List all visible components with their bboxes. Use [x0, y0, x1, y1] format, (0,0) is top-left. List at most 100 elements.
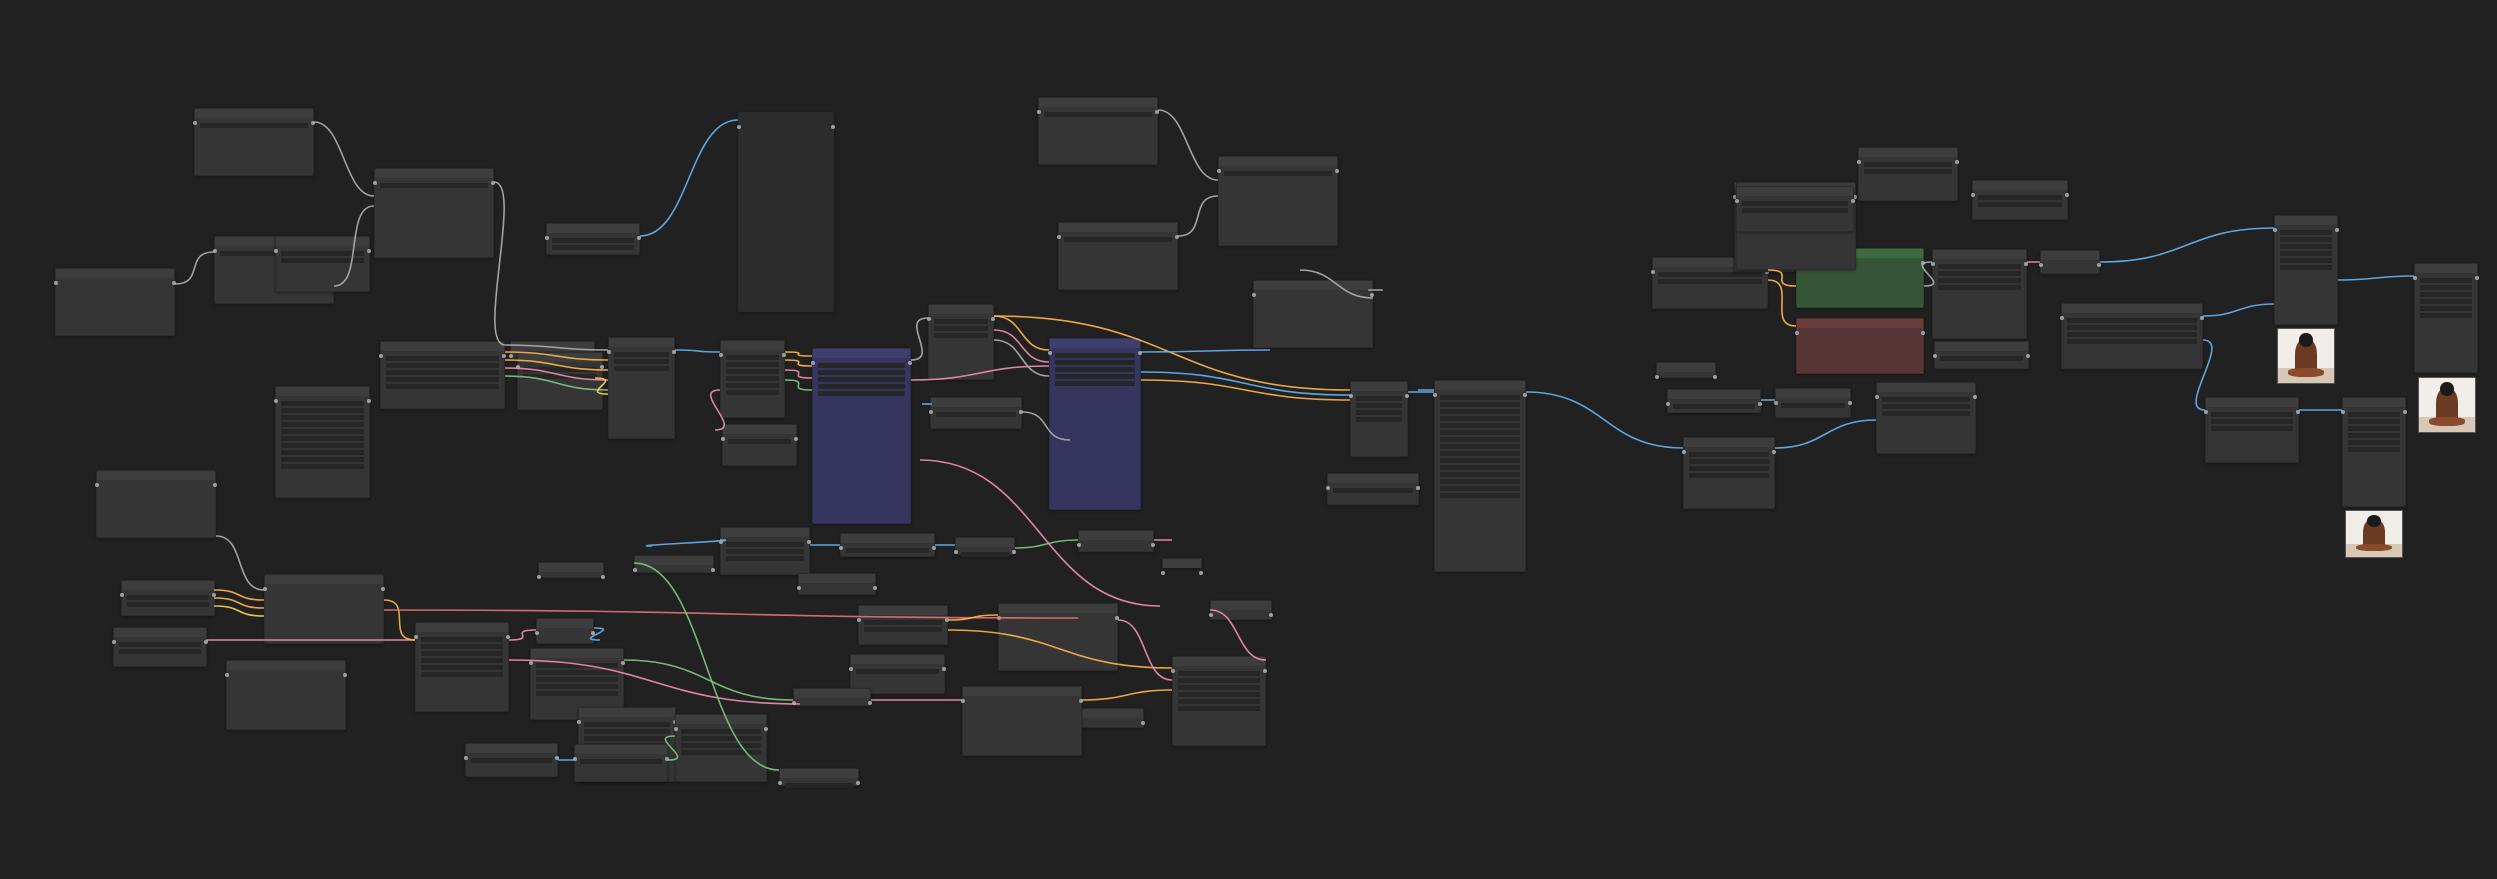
input-slot-icon[interactable]	[2341, 410, 2345, 414]
node-widget-row[interactable]	[1178, 699, 1260, 704]
graph-node[interactable]	[997, 603, 1119, 671]
node-widget-row[interactable]	[1689, 452, 1769, 457]
graph-node[interactable]	[545, 223, 641, 255]
node-widget-row[interactable]	[119, 649, 201, 654]
output-slot-icon[interactable]	[1079, 699, 1083, 703]
input-slot-icon[interactable]	[213, 249, 217, 253]
node-widget-row[interactable]	[536, 691, 618, 696]
node-widget-row[interactable]	[1178, 671, 1260, 676]
node-widget-row[interactable]	[523, 367, 597, 372]
node-title-bar[interactable]	[97, 471, 215, 480]
graph-node[interactable]	[633, 555, 715, 573]
output-slot-icon[interactable]	[637, 236, 641, 240]
node-widget-row[interactable]	[1440, 437, 1520, 442]
node-title-bar[interactable]	[227, 661, 345, 670]
node-widget-row[interactable]	[281, 408, 364, 413]
node-widget-row[interactable]	[200, 123, 308, 128]
node-widget-row[interactable]	[681, 736, 761, 741]
input-slot-icon[interactable]	[1666, 402, 1670, 406]
node-widget-row[interactable]	[961, 552, 1009, 557]
output-slot-icon[interactable]	[1155, 110, 1159, 114]
output-slot-icon[interactable]	[1713, 375, 1717, 379]
node-widget-row[interactable]	[1440, 458, 1520, 463]
node-widget-row[interactable]	[726, 376, 779, 381]
node-widget-row[interactable]	[2348, 426, 2400, 431]
node-widget-row[interactable]	[386, 370, 499, 375]
node-widget-row[interactable]	[1978, 195, 2062, 200]
output-slot-icon[interactable]	[1416, 486, 1420, 490]
node-widget-row[interactable]	[281, 443, 364, 448]
node-widget-row[interactable]	[2420, 299, 2472, 304]
input-slot-icon[interactable]	[1252, 293, 1256, 297]
output-slot-icon[interactable]	[367, 399, 371, 403]
output-slot-icon[interactable]	[212, 593, 216, 597]
node-widget-row[interactable]	[785, 783, 853, 788]
node-title-bar[interactable]	[956, 538, 1014, 547]
node-widget-row[interactable]	[2420, 306, 2472, 311]
input-slot-icon[interactable]	[274, 399, 278, 403]
node-widget-row[interactable]	[281, 401, 364, 406]
node-title-bar[interactable]	[511, 342, 594, 351]
input-slot-icon[interactable]	[1057, 235, 1061, 239]
output-slot-icon[interactable]	[2475, 276, 2479, 280]
node-title-bar[interactable]	[1797, 319, 1923, 328]
node-title-bar[interactable]	[1059, 223, 1177, 232]
input-slot-icon[interactable]	[373, 181, 377, 185]
input-slot-icon[interactable]	[961, 699, 965, 703]
output-slot-icon[interactable]	[807, 540, 811, 544]
output-slot-icon[interactable]	[2403, 410, 2407, 414]
node-widget-row[interactable]	[2067, 318, 2197, 323]
graph-node[interactable]	[674, 714, 768, 782]
input-slot-icon[interactable]	[1933, 354, 1937, 358]
output-slot-icon[interactable]	[1955, 160, 1959, 164]
input-slot-icon[interactable]	[414, 635, 418, 639]
node-title-bar[interactable]	[799, 574, 875, 583]
graph-node[interactable]	[95, 470, 217, 538]
output-slot-icon[interactable]	[831, 125, 835, 129]
graph-node[interactable]	[2413, 263, 2479, 373]
node-widget-row[interactable]	[386, 384, 499, 389]
graph-node[interactable]	[2273, 215, 2339, 325]
node-title-bar[interactable]	[676, 715, 766, 724]
node-title-bar[interactable]	[1328, 474, 1418, 483]
node-widget-row[interactable]	[281, 457, 364, 462]
node-title-bar[interactable]	[963, 687, 1081, 696]
node-widget-row[interactable]	[1044, 112, 1152, 117]
graph-node[interactable]	[1077, 708, 1145, 728]
output-slot-icon[interactable]	[491, 181, 495, 185]
node-widget-row[interactable]	[584, 729, 670, 734]
node-title-bar[interactable]	[1219, 157, 1337, 166]
output-slot-icon[interactable]	[764, 727, 768, 731]
input-slot-icon[interactable]	[929, 410, 933, 414]
node-title-bar[interactable]	[381, 342, 504, 351]
graph-node[interactable]	[1048, 338, 1142, 510]
input-slot-icon[interactable]	[120, 593, 124, 597]
input-slot-icon[interactable]	[1077, 543, 1081, 547]
output-slot-icon[interactable]	[1019, 410, 1023, 414]
output-slot-icon[interactable]	[204, 640, 208, 644]
node-title-bar[interactable]	[122, 581, 214, 590]
node-title-bar[interactable]	[114, 628, 206, 637]
graph-node[interactable]	[929, 397, 1023, 429]
graph-node[interactable]	[2341, 397, 2407, 507]
node-widget-row[interactable]	[1224, 171, 1332, 176]
node-widget-row[interactable]	[1440, 451, 1520, 456]
input-slot-icon[interactable]	[1931, 262, 1935, 266]
graph-node[interactable]	[797, 573, 877, 595]
input-slot-icon[interactable]	[2204, 410, 2208, 414]
output-slot-icon[interactable]	[1921, 261, 1925, 265]
node-title-bar[interactable]	[276, 237, 369, 246]
node-widget-row[interactable]	[1440, 402, 1520, 407]
node-title-bar[interactable]	[547, 224, 639, 233]
graph-node[interactable]	[1349, 381, 1409, 457]
output-slot-icon[interactable]	[782, 353, 786, 357]
node-widget-row[interactable]	[421, 672, 503, 677]
node-title-bar[interactable]	[931, 398, 1021, 407]
node-title-bar[interactable]	[723, 425, 796, 434]
node-widget-row[interactable]	[1333, 488, 1413, 493]
node-widget-row[interactable]	[421, 665, 503, 670]
node-widget-row[interactable]	[818, 363, 905, 368]
node-widget-row[interactable]	[2420, 292, 2472, 297]
graph-node[interactable]	[737, 112, 835, 312]
input-slot-icon[interactable]	[1857, 160, 1861, 164]
